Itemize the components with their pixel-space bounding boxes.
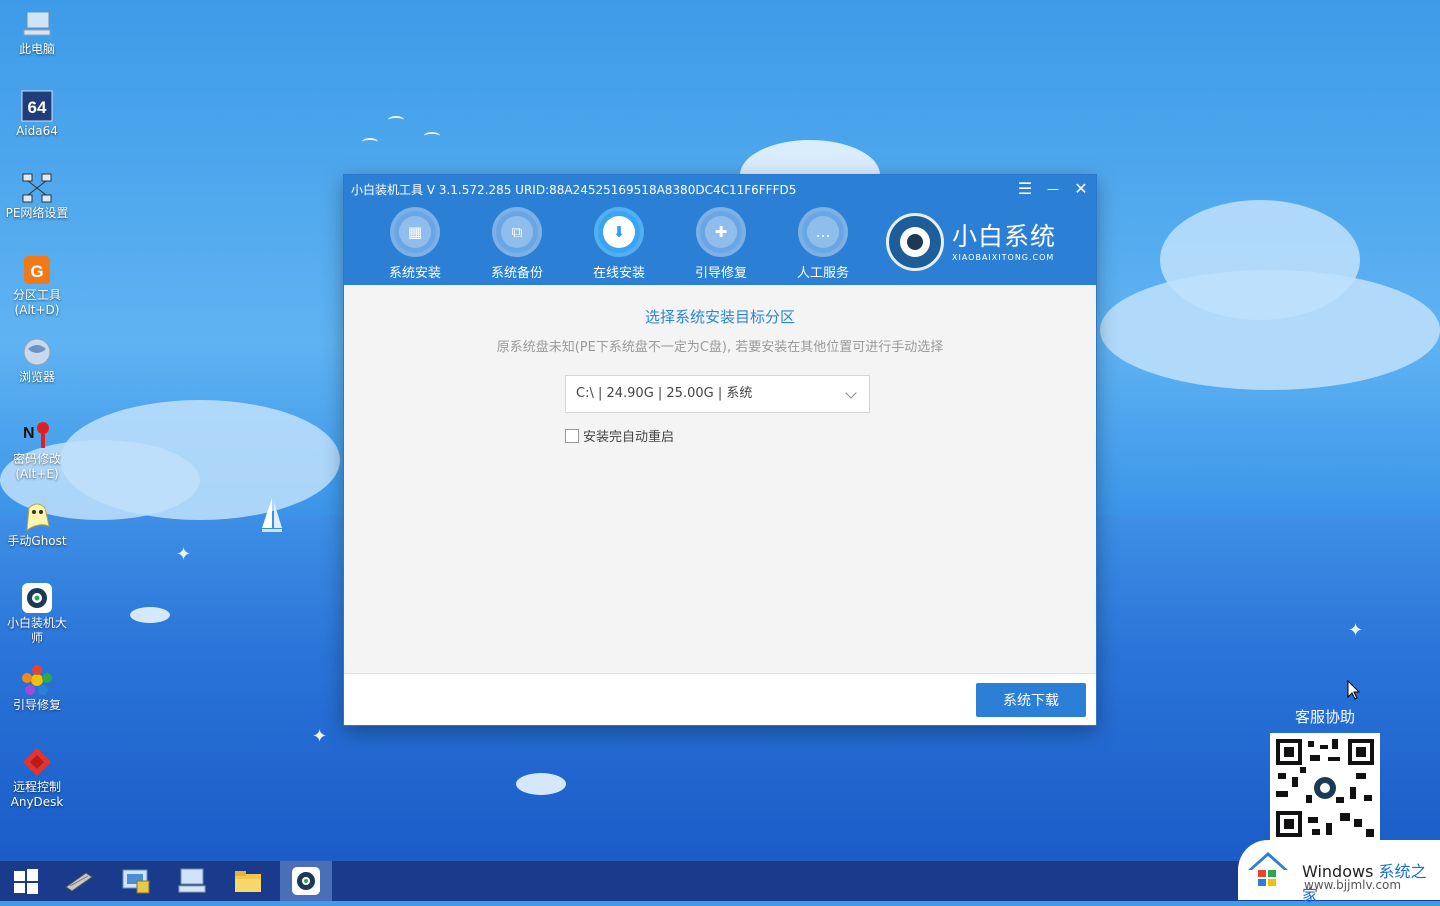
window-footer: 系统下载 — [344, 673, 1096, 725]
taskbar-item-hardware[interactable] — [52, 861, 104, 901]
tab-boot-repair[interactable]: ✚ 引导修复 — [670, 207, 772, 281]
computer-icon — [21, 8, 53, 40]
window-title: 小白装机工具 V 3.1.572.285 URID:88A24525169518… — [351, 183, 797, 197]
wallpaper-sailboat — [262, 498, 282, 532]
desktop-icon-password[interactable]: N 密码修改 (Alt+E) — [2, 418, 72, 482]
support-label: 客服协助 — [1294, 708, 1355, 726]
xiaobai-logo-icon — [886, 213, 944, 271]
tab-label: 人工服务 — [796, 266, 849, 281]
taskbar-item-xiaobai[interactable] — [280, 861, 332, 901]
desktop-icon-aida64[interactable]: 64 Aida64 — [2, 90, 72, 139]
tab-label: 系统安装 — [388, 266, 441, 281]
download-system-button[interactable]: 系统下载 — [976, 683, 1086, 717]
minimize-icon[interactable]: — — [1042, 179, 1064, 199]
wallpaper-cloud — [516, 773, 566, 795]
tab-online-install[interactable]: ⬇ 在线安装 — [568, 207, 670, 281]
svg-text:G: G — [30, 262, 43, 281]
download-icon: ⬇ — [603, 216, 635, 248]
device-manager-icon — [122, 869, 150, 894]
tab-label: 在线安装 — [592, 266, 645, 281]
ghost-icon — [21, 500, 53, 532]
system-install-icon: ▦ — [399, 216, 431, 248]
memory-chip-icon — [65, 872, 93, 892]
auto-restart-checkbox[interactable]: 安装完自动重启 — [565, 426, 674, 445]
wallpaper-cloud — [130, 607, 170, 623]
svg-text:64: 64 — [28, 98, 47, 117]
tab-label: 引导修复 — [694, 266, 747, 281]
house-logo-icon — [1248, 852, 1288, 886]
network-icon — [21, 172, 53, 204]
taskbar-item-explorer[interactable] — [222, 861, 274, 901]
wallpaper-star: ✦ — [176, 544, 192, 565]
wallpaper-cloud — [1160, 200, 1360, 320]
tab-system-backup[interactable]: ⧉ 系统备份 — [466, 207, 568, 281]
desktop-icon-network[interactable]: PE网络设置 — [2, 172, 72, 221]
desktop-icon-xiaobai[interactable]: 小白装机大 师 — [2, 582, 72, 646]
anydesk-icon — [21, 746, 53, 778]
window-header: 小白装机工具 V 3.1.572.285 URID:88A24525169518… — [344, 175, 1096, 285]
desktop-icon-computer[interactable]: 此电脑 — [2, 8, 72, 57]
brand-domain: XIAOBAIXITONG.COM — [952, 252, 1055, 262]
tab-manual-service[interactable]: … 人工服务 — [772, 207, 874, 281]
svg-text:N: N — [23, 425, 35, 442]
wallpaper-bird — [362, 138, 378, 146]
folder-icon — [235, 871, 261, 892]
desktop-icon-anydesk[interactable]: 远程控制 AnyDesk — [2, 746, 72, 810]
brand: 小白系统 XIAOBAIXITONG.COM — [886, 213, 1056, 271]
partition-select[interactable]: C:\ | 24.90G | 25.00G | 系统 — [565, 375, 870, 413]
mouse-cursor-icon — [1347, 680, 1361, 700]
password-icon: N — [21, 418, 53, 450]
section-title: 选择系统安装目标分区 — [644, 308, 795, 326]
qr-code — [1270, 733, 1380, 843]
qr-code-graphic — [1270, 733, 1380, 843]
main-nav: ▦ 系统安装 ⧉ 系统备份 ⬇ 在线安装 ✚ 引导修复 … 人工服务 — [364, 207, 874, 281]
close-icon[interactable]: ✕ — [1070, 179, 1092, 199]
taskbar-item-computer[interactable] — [166, 861, 218, 901]
auto-restart-label: 安装完自动重启 — [583, 430, 675, 445]
desktop-icon-boot-repair[interactable]: 引导修复 — [2, 664, 72, 713]
tab-system-install[interactable]: ▦ 系统安装 — [364, 207, 466, 281]
wallpaper-star: ✦ — [312, 726, 328, 747]
xiaobai-icon — [292, 867, 320, 895]
support-box: 客服协助 — [1270, 706, 1380, 843]
taskbar — [0, 860, 1440, 901]
desktop-icon-ghost[interactable]: 手动Ghost — [2, 500, 72, 549]
content-panel: 选择系统安装目标分区 原系统盘未知(PE下系统盘不一定为C盘), 若要安装在其他… — [344, 285, 1096, 673]
desktop-icon-partition[interactable]: G 分区工具 (Alt+D) — [2, 254, 72, 318]
checkbox-box[interactable] — [565, 428, 579, 443]
system-backup-icon: ⧉ — [501, 216, 533, 248]
xiaobai-icon — [21, 582, 53, 614]
partition-tool-icon: G — [21, 254, 53, 286]
tab-label: 系统备份 — [490, 266, 543, 281]
partition-select-value: C:\ | 24.90G | 25.00G | 系统 — [576, 386, 753, 401]
desktop-icon-browser[interactable]: 浏览器 — [2, 336, 72, 385]
browser-icon — [21, 336, 53, 368]
toolbox-icon: ✚ — [705, 216, 737, 248]
windows-start-icon — [14, 869, 38, 894]
chat-icon: … — [807, 216, 839, 248]
section-subtitle: 原系统盘未知(PE下系统盘不一定为C盘), 若要安装在其他位置可进行手动选择 — [496, 340, 944, 355]
wallpaper-bird — [424, 132, 440, 140]
boot-repair-icon — [21, 664, 53, 696]
aida64-icon: 64 — [21, 90, 53, 122]
xiaobai-window: 小白装机工具 V 3.1.572.285 URID:88A24525169518… — [344, 175, 1096, 725]
desktop-pc-icon — [178, 868, 206, 893]
watermark-url: www.bjjmlv.com — [1304, 878, 1402, 892]
start-button[interactable] — [0, 861, 52, 901]
taskbar-item-device-manager[interactable] — [110, 861, 162, 901]
brand-name: 小白系统 — [952, 221, 1057, 251]
wallpaper-bird — [388, 116, 404, 124]
chevron-down-icon — [845, 387, 857, 399]
menu-icon[interactable]: ☰ — [1014, 179, 1036, 199]
site-watermark: Windows 系统之家 www.bjjmlv.com — [1238, 840, 1440, 905]
wallpaper-star: ✦ — [1348, 620, 1364, 641]
